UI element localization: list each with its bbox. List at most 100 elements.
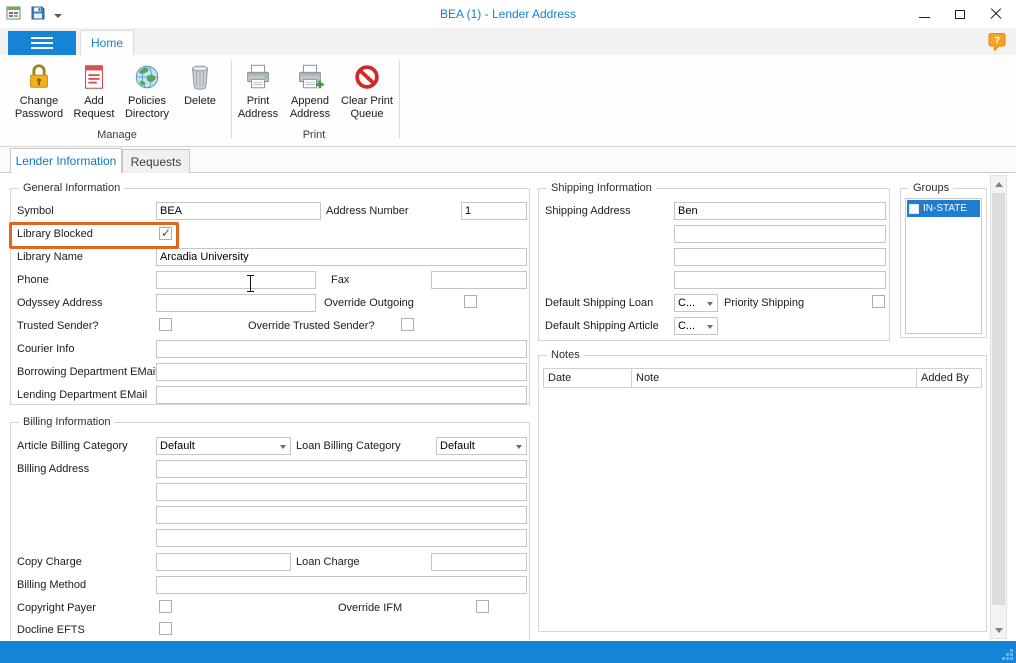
borrowing-email-label: Borrowing Department EMail	[17, 366, 158, 379]
notes-column-date[interactable]: Date	[544, 369, 632, 387]
override-trusted-sender-label: Override Trusted Sender?	[248, 320, 375, 333]
print-address-button[interactable]: Print Address	[234, 60, 282, 121]
group-item-label: IN-STATE	[923, 203, 967, 214]
trusted-sender-checkbox[interactable]	[159, 318, 172, 331]
shipping-address-input-4[interactable]	[674, 271, 886, 289]
library-blocked-checkbox[interactable]	[159, 227, 172, 240]
groups-list: IN-STATE	[905, 198, 982, 334]
add-request-button[interactable]: Add Request	[70, 60, 118, 121]
docline-efts-checkbox[interactable]	[159, 622, 172, 635]
address-number-input[interactable]: 1	[461, 202, 527, 220]
delete-button[interactable]: Delete	[176, 60, 224, 108]
policies-directory-button[interactable]: Policies Directory	[118, 60, 176, 121]
shipping-address-label: Shipping Address	[545, 205, 631, 218]
maximize-button[interactable]	[942, 0, 978, 28]
scroll-up-button[interactable]	[991, 176, 1006, 192]
add-request-label: Add Request	[70, 95, 118, 121]
billing-method-input[interactable]	[156, 576, 527, 594]
printer-icon	[243, 61, 273, 93]
shipping-address-input-3[interactable]	[674, 248, 886, 266]
scroll-down-icon	[995, 628, 1003, 633]
article-billing-category-dropdown[interactable]: Default	[156, 437, 291, 455]
ribbon-tab-row: Home ?	[0, 28, 1016, 55]
vertical-scrollbar[interactable]	[990, 175, 1007, 639]
copy-charge-input[interactable]	[156, 553, 291, 571]
library-name-label: Library Name	[17, 251, 83, 264]
odyssey-address-label: Odyssey Address	[17, 297, 103, 310]
odyssey-address-input[interactable]	[156, 294, 316, 312]
shipping-information-group: Shipping Information Shipping Address Be…	[538, 188, 890, 341]
group-item-checkbox[interactable]	[909, 204, 919, 214]
default-shipping-loan-dropdown[interactable]: C...	[674, 294, 718, 312]
phone-input[interactable]	[156, 271, 316, 289]
default-shipping-article-dropdown[interactable]: C...	[674, 317, 718, 335]
library-name-input[interactable]: Arcadia University	[156, 248, 527, 266]
minimize-icon	[919, 17, 930, 18]
shipping-address-input-1[interactable]: Ben	[674, 202, 886, 220]
notes-title: Notes	[547, 349, 584, 361]
no-sign-icon	[352, 61, 382, 93]
library-blocked-label: Library Blocked	[17, 228, 93, 241]
override-outgoing-checkbox[interactable]	[464, 295, 477, 308]
ribbon-group-manage: Change Password Add Request	[6, 55, 232, 145]
notes-column-note[interactable]: Note	[632, 369, 917, 387]
change-password-label: Change Password	[8, 95, 70, 121]
billing-address-input-1[interactable]	[156, 460, 527, 478]
minimize-button[interactable]	[906, 0, 942, 28]
override-trusted-sender-checkbox[interactable]	[401, 318, 414, 331]
default-shipping-article-label: Default Shipping Article	[545, 320, 659, 333]
print-address-label: Print Address	[234, 95, 282, 121]
groups-title: Groups	[909, 182, 953, 194]
priority-shipping-checkbox[interactable]	[872, 295, 885, 308]
address-number-label: Address Number	[326, 205, 409, 218]
clear-print-queue-button[interactable]: Clear Print Queue	[338, 60, 396, 121]
loan-billing-category-dropdown[interactable]: Default	[436, 437, 527, 455]
priority-shipping-label: Priority Shipping	[724, 297, 804, 310]
ribbon-tab-home[interactable]: Home	[80, 30, 134, 55]
lock-icon	[24, 61, 54, 93]
group-list-item[interactable]: IN-STATE	[907, 200, 980, 217]
policies-directory-label: Policies Directory	[118, 95, 176, 121]
scroll-down-button[interactable]	[991, 622, 1006, 638]
copyright-payer-checkbox[interactable]	[159, 600, 172, 613]
notes-column-added-by[interactable]: Added By	[917, 369, 981, 387]
symbol-input[interactable]: BEA	[156, 202, 321, 220]
tab-requests[interactable]: Requests	[122, 149, 190, 173]
notes-group: Notes Date Note Added By	[538, 355, 987, 632]
billing-address-input-4[interactable]	[156, 529, 527, 547]
change-password-button[interactable]: Change Password	[8, 60, 70, 121]
close-button[interactable]	[978, 0, 1014, 28]
loan-charge-label: Loan Charge	[296, 556, 360, 569]
billing-method-label: Billing Method	[17, 579, 86, 592]
general-information-title: General Information	[19, 182, 124, 194]
menu-button[interactable]	[8, 31, 76, 55]
shipping-information-title: Shipping Information	[547, 182, 656, 194]
override-ifm-checkbox[interactable]	[476, 600, 489, 613]
scrollbar-thumb[interactable]	[992, 193, 1005, 605]
fax-label: Fax	[331, 274, 349, 287]
courier-info-input[interactable]	[156, 340, 527, 358]
ribbon-group-label-print: Print	[232, 129, 396, 141]
copyright-payer-label: Copyright Payer	[17, 602, 96, 615]
loan-charge-input[interactable]	[431, 553, 527, 571]
notes-table-header: Date Note Added By	[543, 368, 982, 388]
lender-information-panel: General Information Symbol BEA Address N…	[0, 173, 1016, 641]
lending-email-label: Lending Department EMail	[17, 389, 147, 402]
append-address-label: Append Address	[282, 95, 338, 121]
borrowing-email-input[interactable]	[156, 363, 527, 381]
help-icon[interactable]: ?	[988, 32, 1006, 52]
lending-email-input[interactable]	[156, 386, 527, 404]
append-address-button[interactable]: Append Address	[282, 60, 338, 121]
fax-input[interactable]	[431, 271, 527, 289]
tab-lender-information[interactable]: Lender Information	[10, 148, 122, 173]
printer-plus-icon	[295, 61, 325, 93]
resize-grip-icon[interactable]	[1001, 648, 1014, 661]
article-billing-category-label: Article Billing Category	[17, 440, 128, 453]
ribbon: Change Password Add Request	[0, 55, 1016, 147]
delete-label: Delete	[176, 95, 224, 108]
billing-address-input-3[interactable]	[156, 506, 527, 524]
shipping-address-input-2[interactable]	[674, 225, 886, 243]
phone-label: Phone	[17, 274, 49, 287]
billing-information-group: Billing Information Article Billing Cate…	[10, 422, 530, 640]
billing-address-input-2[interactable]	[156, 483, 527, 501]
